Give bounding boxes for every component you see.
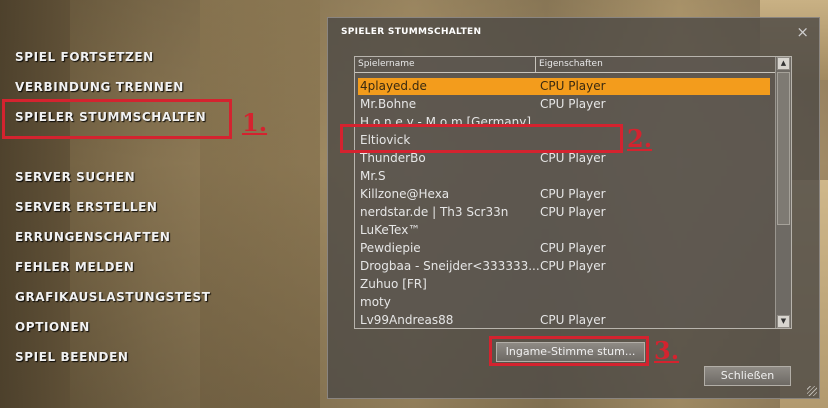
player-property: CPU Player xyxy=(540,97,606,111)
menu-item-grafikauslastungstest[interactable]: GRAFIKAUSLASTUNGSTEST xyxy=(15,290,211,304)
step-1-label: 1. xyxy=(242,108,268,137)
player-property: CPU Player xyxy=(540,151,606,165)
menu-item-optionen[interactable]: OPTIONEN xyxy=(15,320,90,334)
list-item[interactable]: Drogbaa - Sneijder<333333... CPU Player xyxy=(358,258,770,275)
close-button[interactable]: Schließen xyxy=(704,366,791,386)
player-name: Mr.S xyxy=(360,169,386,183)
menu-item-server-suchen[interactable]: SERVER SUCHEN xyxy=(15,170,135,184)
list-item[interactable]: Lv99Andreas88 CPU Player xyxy=(358,312,770,328)
list-item[interactable]: Pewdiepie CPU Player xyxy=(358,240,770,257)
player-property: CPU Player xyxy=(540,241,606,255)
menu-item-server-erstellen[interactable]: SERVER ERSTELLEN xyxy=(15,200,158,214)
menu-item-spiel-beenden[interactable]: SPIEL BEENDEN xyxy=(15,350,129,364)
player-list[interactable]: Spielername Eigenschaften 4played.de CPU… xyxy=(354,56,792,329)
close-icon[interactable]: × xyxy=(796,23,809,41)
player-property: CPU Player xyxy=(540,259,606,273)
player-name: Zuhuo [FR] xyxy=(360,277,427,291)
step-2-label: 2. xyxy=(627,124,653,153)
menu-item-fehler-melden[interactable]: FEHLER MELDEN xyxy=(15,260,135,274)
background-wall-middle xyxy=(200,0,320,408)
list-item[interactable]: Mr.S xyxy=(358,168,770,185)
list-item[interactable]: moty xyxy=(358,294,770,311)
player-property: CPU Player xyxy=(540,205,606,219)
resize-grip-icon[interactable] xyxy=(807,386,817,396)
highlight-box-step-2 xyxy=(340,124,623,153)
player-name: 4played.de xyxy=(360,79,427,93)
step-3-label: 3. xyxy=(654,336,680,365)
player-name: Lv99Andreas88 xyxy=(360,313,454,327)
list-item[interactable]: Mr.Bohne CPU Player xyxy=(358,96,770,113)
player-property: CPU Player xyxy=(540,313,606,327)
player-name: ThunderBo xyxy=(360,151,426,165)
player-name: moty xyxy=(360,295,391,309)
column-header-properties[interactable]: Eigenschaften xyxy=(539,59,603,69)
list-scrollbar[interactable]: ▲ ▼ xyxy=(775,57,791,328)
player-name: Pewdiepie xyxy=(360,241,421,255)
menu-item-spiel-fortsetzen[interactable]: SPIEL FORTSETZEN xyxy=(15,50,154,64)
player-name: nerdstar.de | Th3 Scr33n xyxy=(360,205,509,219)
list-item[interactable]: 4played.de CPU Player xyxy=(358,78,770,95)
player-name: Mr.Bohne xyxy=(360,97,417,111)
menu-item-errungenschaften[interactable]: ERRUNGENSCHAFTEN xyxy=(15,230,171,244)
list-item[interactable]: Zuhuo [FR] xyxy=(358,276,770,293)
highlight-box-step-3 xyxy=(489,336,649,366)
list-header: Spielername Eigenschaften xyxy=(355,57,776,73)
highlight-box-step-1 xyxy=(2,99,232,139)
list-item[interactable]: Killzone@Hexa CPU Player xyxy=(358,186,770,203)
player-name: Killzone@Hexa xyxy=(360,187,450,201)
scroll-thumb[interactable] xyxy=(777,72,790,225)
column-header-player-name[interactable]: Spielername xyxy=(358,59,415,69)
player-name: LuKeTex™ xyxy=(360,223,421,237)
player-property: CPU Player xyxy=(540,79,606,93)
player-property: CPU Player xyxy=(540,187,606,201)
scroll-up-icon[interactable]: ▲ xyxy=(777,57,790,70)
dialog-title: SPIELER STUMMSCHALTEN xyxy=(341,27,482,37)
list-item[interactable]: LuKeTex™ xyxy=(358,222,770,239)
list-item[interactable]: nerdstar.de | Th3 Scr33n CPU Player xyxy=(358,204,770,221)
scroll-down-icon[interactable]: ▼ xyxy=(777,315,790,328)
column-divider[interactable] xyxy=(535,57,536,72)
player-name: Drogbaa - Sneijder<333333... xyxy=(360,259,540,273)
menu-item-verbindung-trennen[interactable]: VERBINDUNG TRENNEN xyxy=(15,80,184,94)
